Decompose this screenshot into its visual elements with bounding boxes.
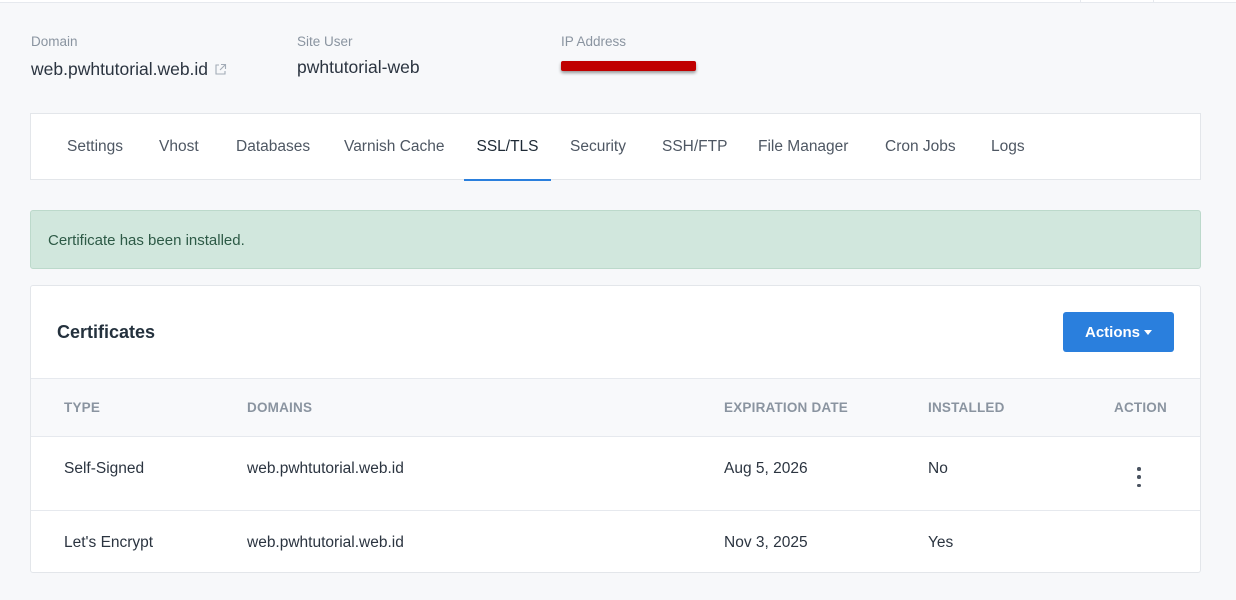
tab-file-manager[interactable]: File Manager [758,114,848,180]
site-user-info: Site User pwhtutorial-web [297,34,420,78]
cell-type: Self-Signed [64,460,145,477]
tab-cron-jobs[interactable]: Cron Jobs [885,114,956,180]
external-link-icon[interactable] [214,60,227,81]
tab-ssh-ftp[interactable]: SSH/FTP [662,114,727,180]
column-header-expiration-date: EXPIRATION DATE [724,400,849,415]
tab-databases[interactable]: Databases [236,114,310,180]
ip-info: IP Address [561,34,696,71]
site-user-value: pwhtutorial-web [297,57,420,77]
table-header: TYPE DOMAINS EXPIRATION DATE INSTALLED A… [31,378,1200,437]
cell-installed: No [928,460,948,477]
success-alert: Certificate has been installed. [30,210,1201,269]
site-user-label: Site User [297,34,353,49]
redaction-mark [561,61,696,71]
ip-label: IP Address [561,34,627,49]
domain-link[interactable]: web.pwhtutorial.web.id [31,57,227,81]
caret-down-icon [1144,330,1152,335]
cell-type: Let's Encrypt [64,534,154,551]
top-bar-divider [1080,0,1081,3]
tab-ssl-tls[interactable]: SSL/TLS [464,114,551,181]
site-tabs: Settings Vhost Databases Varnish Cache S… [30,113,1201,181]
actions-label: Actions [1084,323,1140,341]
cell-installed: Yes [928,534,954,551]
column-header-action: ACTION [1114,400,1167,415]
column-header-installed: INSTALLED [928,400,1005,415]
domain-value[interactable]: web.pwhtutorial.web.id [31,59,208,80]
top-bar [0,0,1236,3]
table-row: Let's Encrypt web.pwhtutorial.web.id Nov… [31,511,1200,572]
column-header-type: TYPE [64,400,101,415]
cell-expiration: Aug 5, 2026 [724,460,808,477]
column-header-domains: DOMAINS [247,400,313,415]
domain-label: Domain [31,34,78,49]
cell-domains: web.pwhtutorial.web.id [247,460,404,477]
cell-expiration: Nov 3, 2025 [724,534,808,551]
actions-button[interactable]: Actions [1063,312,1174,352]
tab-logs[interactable]: Logs [991,114,1025,180]
more-options-icon[interactable] [1131,467,1147,487]
top-bar-divider [1153,0,1154,3]
domain-info: Domain web.pwhtutorial.web.id [31,34,227,81]
certificates-title: Certificates [57,322,156,342]
ip-value [561,57,696,71]
cell-domains: web.pwhtutorial.web.id [247,534,404,551]
tab-security[interactable]: Security [570,114,626,180]
tab-vhost[interactable]: Vhost [159,114,199,180]
certificates-card: Certificates Actions TYPE DOMAINS EXPIRA… [30,285,1201,573]
tab-varnish-cache[interactable]: Varnish Cache [344,114,445,180]
table-row: Self-Signed web.pwhtutorial.web.id Aug 5… [31,437,1200,511]
tab-settings[interactable]: Settings [67,114,123,180]
